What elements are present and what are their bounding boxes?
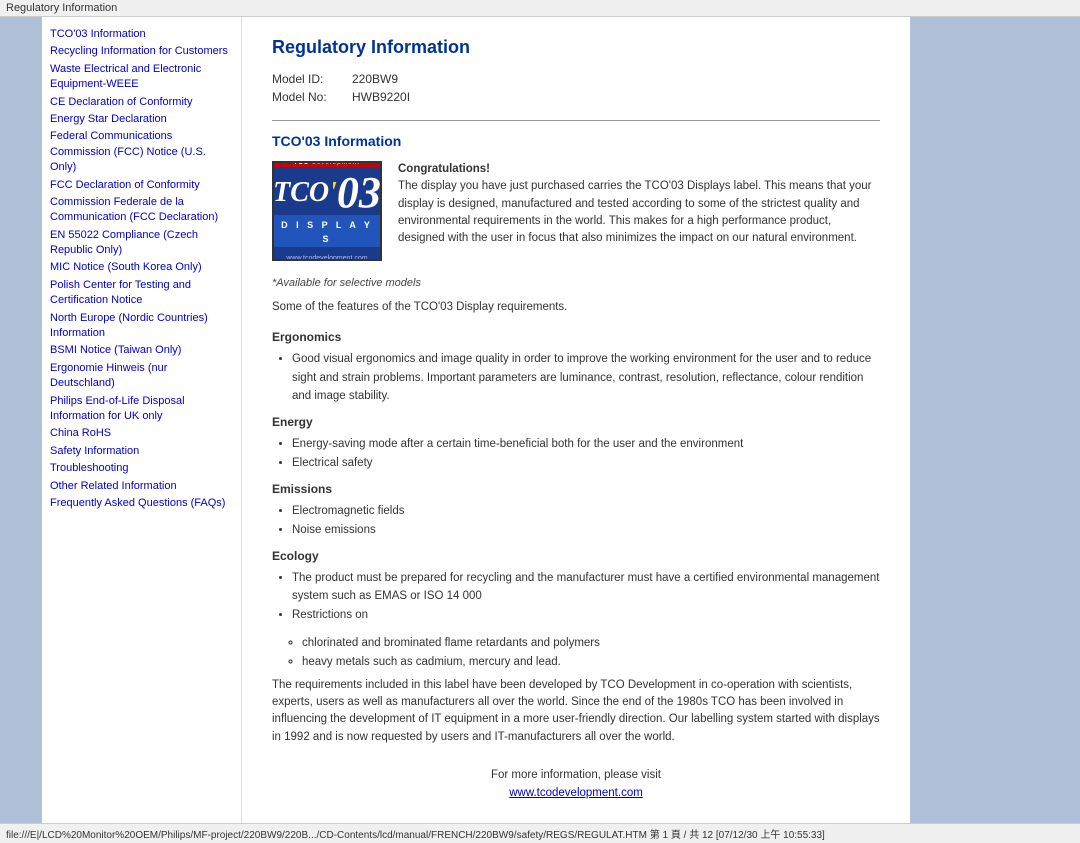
section-heading-3: Ecology xyxy=(272,549,880,563)
left-panel xyxy=(0,17,42,823)
tco-congratulations: Congratulations! The display you have ju… xyxy=(398,161,880,247)
sidebar-item-other[interactable]: Other Related Information xyxy=(50,479,233,494)
sidebar-item-fcc[interactable]: Federal Communications Commission (FCC) … xyxy=(50,129,233,175)
tco-section-title: TCO'03 Information xyxy=(272,133,880,149)
bullet-item: Restrictions on xyxy=(292,606,880,624)
tco-box: TCO development TCO ' 03 D I S P L A Y S… xyxy=(272,161,880,261)
section-list-2: Electromagnetic fieldsNoise emissions xyxy=(292,502,880,539)
model-id-row: Model ID: 220BW9 xyxy=(272,72,880,86)
sidebar-item-north-europe[interactable]: North Europe (Nordic Countries) Informat… xyxy=(50,311,233,342)
model-no-value: HWB9220I xyxy=(352,90,410,104)
bottom-bar-text: file:///E|/LCD%20Monitor%20OEM/Philips/M… xyxy=(6,830,825,841)
divider xyxy=(272,120,880,121)
model-id-value: 220BW9 xyxy=(352,72,398,86)
tco-url: www.tcodevelopment.com xyxy=(286,255,367,262)
section-list-1: Energy-saving mode after a certain time-… xyxy=(292,435,880,472)
sidebar-item-polish[interactable]: Polish Center for Testing and Certificat… xyxy=(50,278,233,309)
sidebar-item-bsmi[interactable]: BSMI Notice (Taiwan Only) xyxy=(50,343,233,358)
congratulations-text: The display you have just purchased carr… xyxy=(398,180,872,244)
section-list-3: The product must be prepared for recycli… xyxy=(292,569,880,624)
sidebar-item-troubleshooting[interactable]: Troubleshooting xyxy=(50,461,233,476)
sidebar-item-commission-federale[interactable]: Commission Federale de la Communication … xyxy=(50,195,233,226)
tco-body: The requirements included in this label … xyxy=(272,677,880,746)
sidebar: TCO'03 Information Recycling Information … xyxy=(42,17,242,823)
sub-list-3: chlorinated and brominated flame retarda… xyxy=(302,634,880,671)
titlebar: Regulatory Information xyxy=(0,0,1080,17)
italic-note: *Available for selective models xyxy=(272,277,880,289)
titlebar-text: Regulatory Information xyxy=(6,2,117,14)
sections-container: Ergonomics Good visual ergonomics and ima… xyxy=(272,330,880,671)
sidebar-item-ce[interactable]: CE Declaration of Conformity xyxy=(50,95,233,110)
right-panel xyxy=(910,17,1080,823)
bullet-item: Electrical safety xyxy=(292,454,880,472)
model-id-label: Model ID: xyxy=(272,72,352,86)
sidebar-item-weee[interactable]: Waste Electrical and Electronic Equipmen… xyxy=(50,62,233,93)
sidebar-item-tco03[interactable]: TCO'03 Information xyxy=(50,27,233,42)
sidebar-item-china-rohs[interactable]: China RoHS xyxy=(50,426,233,441)
sidebar-item-mic[interactable]: MIC Notice (South Korea Only) xyxy=(50,260,233,275)
model-no-label: Model No: xyxy=(272,90,352,104)
section-list-0: Good visual ergonomics and image quality… xyxy=(292,350,880,405)
sidebar-item-safety[interactable]: Safety Information xyxy=(50,444,233,459)
bullet-item: Electromagnetic fields xyxy=(292,502,880,520)
bullet-item: Energy-saving mode after a certain time-… xyxy=(292,435,880,453)
tco-logo: TCO development TCO ' 03 D I S P L A Y S… xyxy=(272,161,382,261)
feature-intro: Some of the features of the TCO'03 Displ… xyxy=(272,299,880,316)
bullet-item: Noise emissions xyxy=(292,521,880,539)
model-info: Model ID: 220BW9 Model No: HWB9220I xyxy=(272,72,880,104)
sidebar-item-energy-star[interactable]: Energy Star Declaration xyxy=(50,112,233,127)
sidebar-item-recycling[interactable]: Recycling Information for Customers xyxy=(50,44,233,59)
bullet-item: The product must be prepared for recycli… xyxy=(292,569,880,606)
page-title: Regulatory Information xyxy=(272,37,880,58)
congratulations-heading: Congratulations! xyxy=(398,163,490,175)
footer-link[interactable]: www.tcodevelopment.com xyxy=(509,787,643,799)
main-content: Regulatory Information Model ID: 220BW9 … xyxy=(242,17,910,823)
sub-bullet-item: heavy metals such as cadmium, mercury an… xyxy=(302,653,880,671)
sidebar-item-philips[interactable]: Philips End-of-Life Disposal Information… xyxy=(50,394,233,425)
footer-text: For more information, please visit xyxy=(491,769,661,781)
tco-footer: For more information, please visit www.t… xyxy=(272,766,880,803)
bottom-bar: file:///E|/LCD%20Monitor%20OEM/Philips/M… xyxy=(0,823,1080,843)
model-no-row: Model No: HWB9220I xyxy=(272,90,880,104)
sub-bullet-item: chlorinated and brominated flame retarda… xyxy=(302,634,880,652)
sidebar-item-en55022[interactable]: EN 55022 Compliance (Czech Republic Only… xyxy=(50,228,233,259)
section-heading-1: Energy xyxy=(272,415,880,429)
section-heading-2: Emissions xyxy=(272,482,880,496)
sidebar-item-faq[interactable]: Frequently Asked Questions (FAQs) xyxy=(50,496,233,511)
sidebar-item-ergonomie[interactable]: Ergonomie Hinweis (nur Deutschland) xyxy=(50,361,233,392)
sidebar-item-fcc-conformity[interactable]: FCC Declaration of Conformity xyxy=(50,178,233,193)
section-heading-0: Ergonomics xyxy=(272,330,880,344)
bullet-item: Good visual ergonomics and image quality… xyxy=(292,350,880,405)
tco-displays: D I S P L A Y S xyxy=(281,220,373,244)
